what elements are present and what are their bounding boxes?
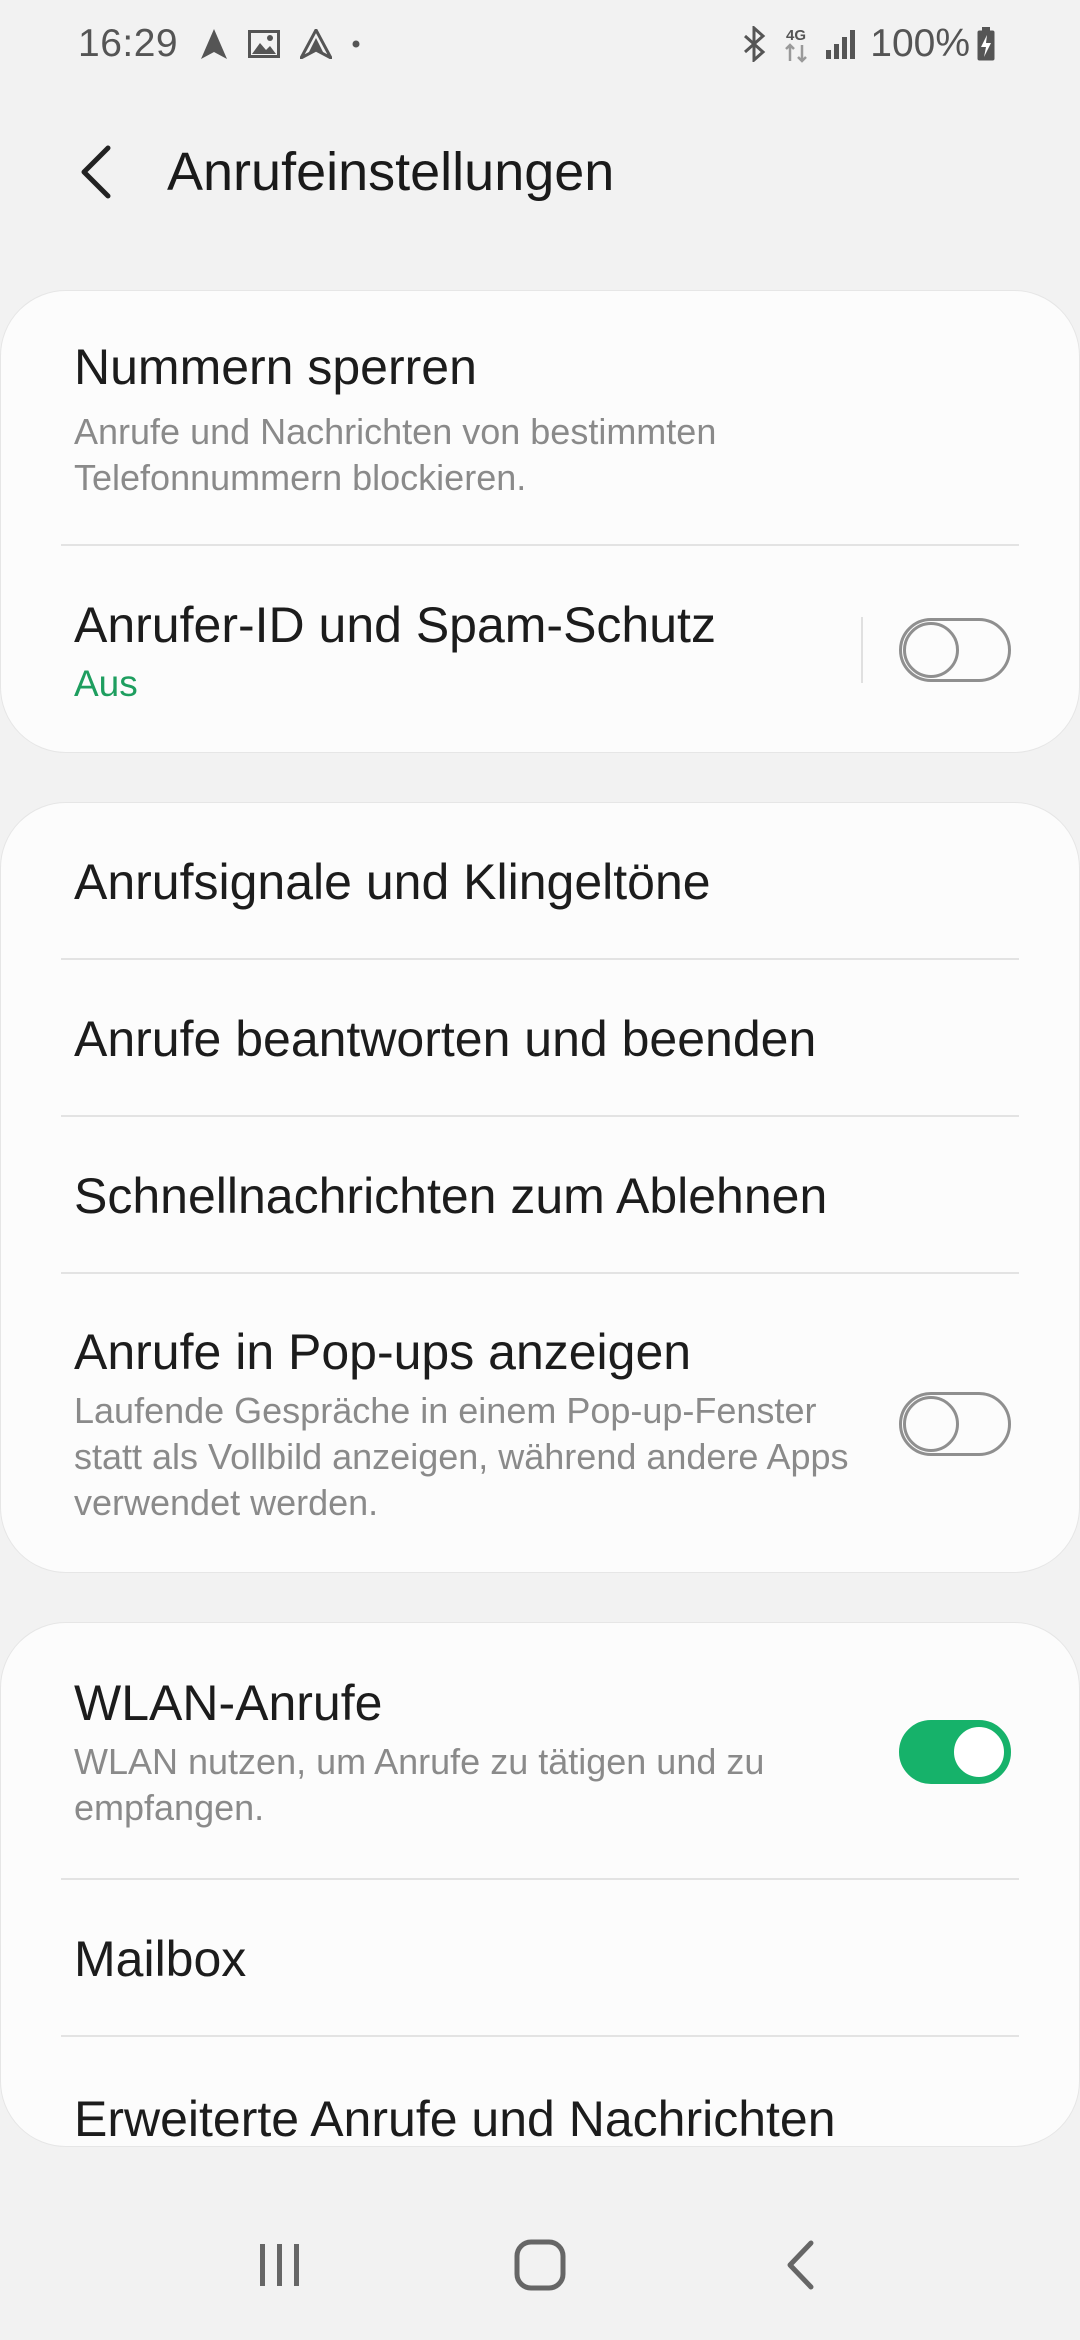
settings-card-blocking: Nummern sperren Anrufe und Nachrichten v… (0, 290, 1080, 753)
row-title: Anrufsignale und Klingeltöne (74, 853, 711, 910)
bluetooth-icon (742, 26, 768, 62)
caller-id-status: Aus (74, 663, 138, 704)
app-bar: Anrufeinstellungen (0, 120, 1080, 224)
row-title: WLAN-Anrufe (74, 1674, 383, 1731)
navigation-icon (200, 28, 228, 60)
image-icon (248, 30, 281, 58)
home-icon (514, 2239, 566, 2291)
row-subtitle: WLAN nutzen, um Anrufe zu tätigen und zu… (74, 1740, 765, 1828)
arrow-up-icon (300, 29, 333, 59)
row-title: Anrufe beantworten und beenden (74, 1010, 817, 1067)
quick-decline-messages-item[interactable]: Schnellnachrichten zum Ablehnen (1, 1117, 1079, 1274)
row-title: Anrufe in Pop-ups anzeigen (74, 1324, 692, 1380)
status-time: 16:29 (78, 22, 179, 65)
nav-back-button[interactable] (740, 2205, 860, 2325)
wlan-calls-toggle[interactable] (899, 1719, 1011, 1784)
row-title: Schnellnachrichten zum Ablehnen (74, 1167, 828, 1224)
row-subtitle: Anrufe und Nachrichten von bestimmten Te… (74, 410, 717, 498)
popup-calls-item[interactable]: Anrufe in Pop-ups anzeigen Laufende Gesp… (1, 1274, 1079, 1572)
toggle-knob (903, 622, 959, 678)
toggle-knob (903, 1396, 959, 1452)
toggle-knob (951, 1723, 1007, 1780)
home-button[interactable] (480, 2205, 600, 2325)
network-label: 4G (786, 27, 806, 44)
battery-percent: 100% (870, 22, 970, 65)
advanced-calls-item[interactable]: Erweiterte Anrufe und Nachrichten (1, 2037, 1079, 2147)
vertical-separator (861, 617, 863, 683)
row-subtitle: Laufende Gespräche in einem Pop-up-Fenst… (74, 1390, 849, 1523)
ringtones-item[interactable]: Anrufsignale und Klingeltöne (1, 803, 1079, 960)
row-title: Mailbox (74, 1930, 247, 1987)
block-numbers-item[interactable]: Nummern sperren Anrufe und Nachrichten v… (1, 291, 1079, 546)
recent-apps-button[interactable] (220, 2205, 340, 2325)
status-bar-left: 16:29 (78, 22, 380, 66)
caller-id-spam-item[interactable]: Anrufer-ID und Spam-Schutz Aus (1, 546, 1079, 752)
status-bar-right: 4G 100% (742, 22, 1008, 66)
dot-icon (352, 40, 360, 48)
row-title: Anrufer-ID und Spam-Schutz (74, 597, 716, 653)
status-bar: 16:29 4G 100% (0, 0, 1080, 88)
row-title: Nummern sperren (74, 338, 477, 395)
recent-apps-icon (260, 2244, 299, 2286)
back-button[interactable] (44, 120, 148, 224)
battery-charging-icon (976, 26, 996, 62)
chevron-left-icon (81, 145, 111, 199)
row-title: Erweiterte Anrufe und Nachrichten (74, 2091, 836, 2147)
back-icon (787, 2240, 814, 2290)
settings-card-wlan: WLAN-Anrufe WLAN nutzen, um Anrufe zu tä… (0, 1622, 1080, 2147)
mailbox-item[interactable]: Mailbox (1, 1880, 1079, 2037)
page-title: Anrufeinstellungen (167, 142, 615, 202)
navigation-bar (0, 2190, 1080, 2340)
wlan-calls-item[interactable]: WLAN-Anrufe WLAN nutzen, um Anrufe zu tä… (1, 1623, 1079, 1880)
popup-calls-toggle[interactable] (899, 1392, 1011, 1456)
signal-icon (824, 28, 858, 60)
answer-end-calls-item[interactable]: Anrufe beantworten und beenden (1, 960, 1079, 1117)
4g-icon: 4G (780, 25, 812, 63)
caller-id-toggle[interactable] (899, 618, 1011, 682)
settings-card-calls: Anrufsignale und Klingeltöne Anrufe bean… (0, 802, 1080, 1573)
